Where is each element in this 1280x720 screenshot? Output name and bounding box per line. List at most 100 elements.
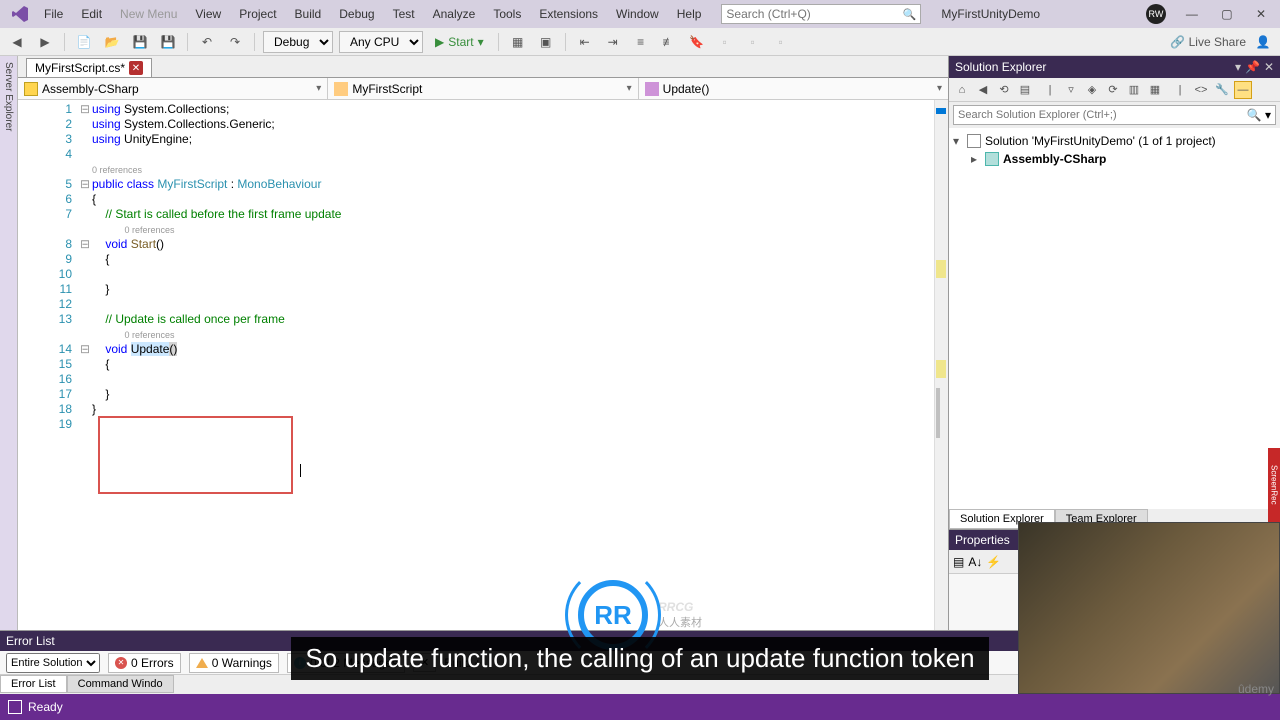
doc-tab-label: MyFirstScript.cs*: [35, 61, 125, 75]
status-text: Ready: [28, 700, 63, 714]
save-all-icon[interactable]: 💾: [157, 31, 179, 53]
code-surface[interactable]: using System.Collections;using System.Co…: [92, 100, 934, 676]
events-icon[interactable]: ⚡: [986, 555, 1001, 569]
tb-icon-1[interactable]: ▦: [507, 31, 529, 53]
save-icon[interactable]: 💾: [129, 31, 151, 53]
scroll-thumb[interactable]: [936, 388, 940, 438]
subtitle-overlay: So update function, the calling of an up…: [0, 637, 1280, 680]
folding-strip[interactable]: ⊟⊟⊟⊟: [78, 100, 92, 676]
close-tab-icon[interactable]: ✕: [129, 61, 143, 75]
csharp-icon: [985, 152, 999, 166]
project-name: MyFirstUnityDemo: [941, 7, 1040, 21]
menu-new[interactable]: New Menu: [112, 3, 185, 25]
nav-scope-dropdown[interactable]: Assembly-CSharp: [18, 78, 328, 99]
close-icon[interactable]: ✕: [1246, 3, 1276, 25]
pin-icon[interactable]: 📌: [1245, 60, 1260, 74]
menu-file[interactable]: File: [36, 3, 71, 25]
tb-icon-4[interactable]: ▫: [742, 31, 764, 53]
refresh-icon[interactable]: ⟳: [1104, 81, 1122, 99]
scroll-marker: [936, 108, 946, 114]
comment-icon[interactable]: ≡: [630, 31, 652, 53]
back-icon[interactable]: ◀: [974, 81, 992, 99]
props-icon[interactable]: ▥: [1125, 81, 1143, 99]
menu-build[interactable]: Build: [287, 3, 330, 25]
menu-view[interactable]: View: [187, 3, 229, 25]
redo-icon[interactable]: ↷: [224, 31, 246, 53]
user-avatar[interactable]: RW: [1146, 4, 1166, 24]
dropdown-icon[interactable]: ▾: [1235, 60, 1241, 74]
menu-edit[interactable]: Edit: [73, 3, 110, 25]
menu-test[interactable]: Test: [385, 3, 423, 25]
indent-right-icon[interactable]: ⇥: [602, 31, 624, 53]
search-icon: 🔍: [903, 8, 917, 21]
forward-icon[interactable]: ▶: [34, 31, 56, 53]
udemy-watermark: ûdemy: [1238, 682, 1274, 696]
status-icon: [8, 700, 22, 714]
solution-search-input[interactable]: [958, 109, 1247, 121]
home-icon[interactable]: ⌂: [953, 81, 971, 99]
scroll-marker: [936, 260, 946, 278]
show-all-icon[interactable]: ◈: [1083, 81, 1101, 99]
screenrec-badge: ScreenRec: [1268, 448, 1280, 522]
method-icon: [645, 82, 659, 96]
config-dropdown[interactable]: Debug: [263, 31, 333, 53]
navigation-bar: Assembly-CSharp MyFirstScript Update(): [18, 78, 948, 100]
tb-icon-3[interactable]: ▫: [714, 31, 736, 53]
start-button[interactable]: ▶ Start ▾: [429, 35, 490, 49]
menu-project[interactable]: Project: [231, 3, 284, 25]
solution-root[interactable]: ▾ Solution 'MyFirstUnityDemo' (1 of 1 pr…: [953, 132, 1276, 150]
menu-window[interactable]: Window: [608, 3, 667, 25]
collapse-icon[interactable]: ▤: [1016, 81, 1034, 99]
menu-analyze[interactable]: Analyze: [425, 3, 484, 25]
project-node[interactable]: ▸ Assembly-CSharp: [953, 150, 1276, 168]
window-controls: — ▢ ✕: [1176, 7, 1276, 21]
vs-logo-icon: [10, 4, 30, 24]
tb-icon-5[interactable]: ▫: [770, 31, 792, 53]
left-tool-strip[interactable]: Server Explorer: [0, 56, 18, 694]
new-project-icon[interactable]: 📄: [73, 31, 95, 53]
scroll-map[interactable]: [934, 100, 948, 676]
filter-icon[interactable]: ▿: [1062, 81, 1080, 99]
sync-icon[interactable]: ⟲: [995, 81, 1013, 99]
editor-area: MyFirstScript.cs* ✕ Assembly-CSharp MyFi…: [18, 56, 948, 694]
quick-search[interactable]: 🔍: [721, 4, 921, 24]
nav-class-dropdown[interactable]: MyFirstScript: [328, 78, 638, 99]
indent-left-icon[interactable]: ⇤: [574, 31, 596, 53]
status-bar: Ready: [0, 694, 1280, 720]
live-share-button[interactable]: 🔗 Live Share: [1170, 35, 1246, 49]
feedback-icon[interactable]: 👤: [1252, 31, 1274, 53]
solution-explorer-header[interactable]: Solution Explorer ▾📌✕: [949, 56, 1280, 78]
solution-search[interactable]: 🔍 ▾: [953, 105, 1276, 125]
menu-help[interactable]: Help: [669, 3, 710, 25]
open-icon[interactable]: 📂: [101, 31, 123, 53]
preview-icon[interactable]: ▦: [1146, 81, 1164, 99]
undo-icon[interactable]: ↶: [196, 31, 218, 53]
bookmark-icon[interactable]: 🔖: [686, 31, 708, 53]
back-icon[interactable]: ◀: [6, 31, 28, 53]
sort-icon[interactable]: A↓: [968, 555, 982, 569]
solution-explorer-toolbar: ⌂ ◀ ⟲ ▤ | ▿ ◈ ⟳ ▥ ▦ | <> 🔧 —: [949, 78, 1280, 102]
minimize-icon[interactable]: —: [1176, 3, 1208, 25]
tb-icon-2[interactable]: ▣: [535, 31, 557, 53]
code-icon[interactable]: <>: [1192, 81, 1210, 99]
menu-extensions[interactable]: Extensions: [531, 3, 606, 25]
solution-tree[interactable]: ▾ Solution 'MyFirstUnityDemo' (1 of 1 pr…: [949, 128, 1280, 509]
doc-tab-myfirstscript[interactable]: MyFirstScript.cs* ✕: [26, 58, 152, 77]
platform-dropdown[interactable]: Any CPU: [339, 31, 423, 53]
code-editor[interactable]: 12345678910111213141516171819 ⊟⊟⊟⊟ using…: [18, 100, 948, 676]
menu-debug[interactable]: Debug: [331, 3, 382, 25]
class-icon: [334, 82, 348, 96]
menu-tools[interactable]: Tools: [485, 3, 529, 25]
close-panel-icon[interactable]: ✕: [1264, 60, 1274, 74]
maximize-icon[interactable]: ▢: [1211, 3, 1242, 25]
uncomment-icon[interactable]: ≢: [658, 31, 680, 53]
wrench-icon[interactable]: 🔧: [1213, 81, 1231, 99]
categorize-icon[interactable]: ▤: [953, 555, 964, 569]
highlight-icon[interactable]: —: [1234, 81, 1252, 99]
expander-icon[interactable]: ▾: [953, 134, 963, 148]
expander-icon[interactable]: ▸: [971, 152, 981, 166]
quick-search-input[interactable]: [726, 7, 902, 21]
text-caret: [300, 464, 301, 477]
document-tabs: MyFirstScript.cs* ✕: [18, 56, 948, 78]
nav-member-dropdown[interactable]: Update(): [639, 78, 948, 99]
